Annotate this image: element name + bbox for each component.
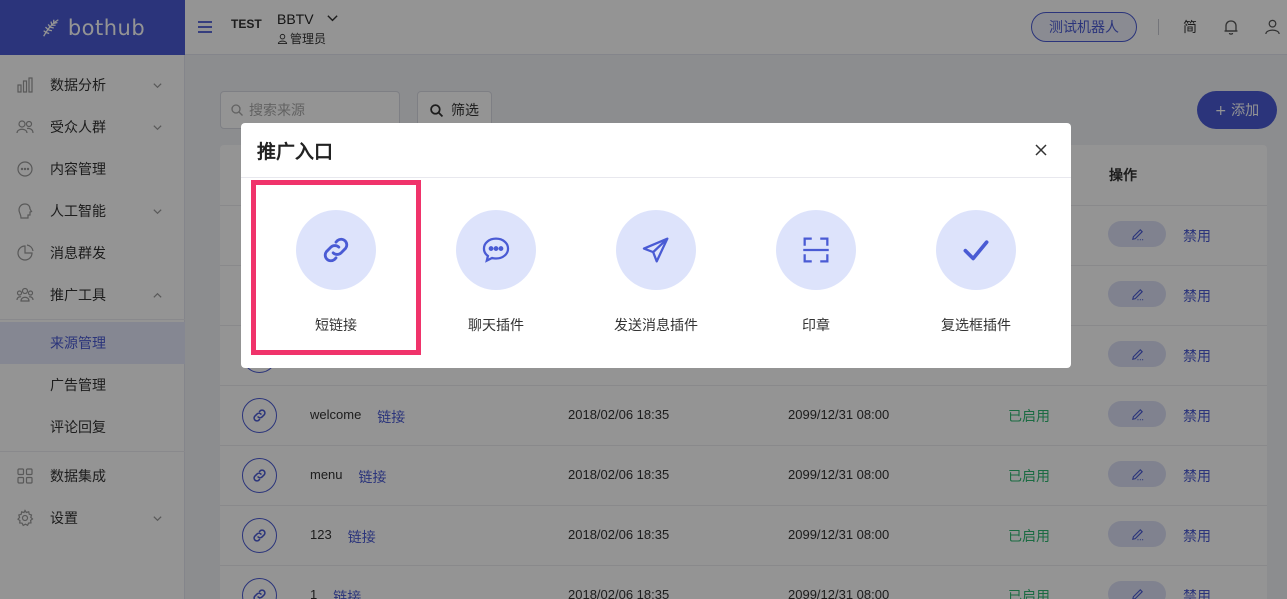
checkmark-icon [963, 240, 989, 261]
option-chat-plugin[interactable]: 聊天插件 [411, 180, 581, 355]
option-label: 聊天插件 [468, 318, 524, 334]
option-label: 印章 [802, 318, 830, 334]
option-icon-circle [616, 210, 696, 290]
option-stamp[interactable]: 印章 [731, 180, 901, 355]
option-icon-circle [936, 210, 1016, 290]
send-icon [642, 237, 669, 263]
link-icon [323, 237, 349, 263]
option-icon-circle [776, 210, 856, 290]
scan-icon [803, 237, 829, 263]
chat-bubble-icon [482, 237, 510, 263]
option-label: 复选框插件 [941, 318, 1011, 334]
option-checkbox-plugin[interactable]: 复选框插件 [891, 180, 1061, 355]
promotion-entry-dialog: 推广入口 短链接 聊天插件 发送消息插件 印章 复选框插件 [241, 123, 1071, 368]
option-label: 发送消息插件 [614, 318, 698, 334]
option-icon-circle [456, 210, 536, 290]
dialog-title: 推广入口 [257, 141, 334, 163]
option-send-message-plugin[interactable]: 发送消息插件 [571, 180, 741, 355]
close-icon[interactable] [1033, 142, 1049, 158]
option-icon-circle [296, 210, 376, 290]
option-short-link[interactable]: 短链接 [251, 180, 421, 355]
dialog-header: 推广入口 [241, 123, 1071, 178]
option-label: 短链接 [315, 318, 357, 334]
